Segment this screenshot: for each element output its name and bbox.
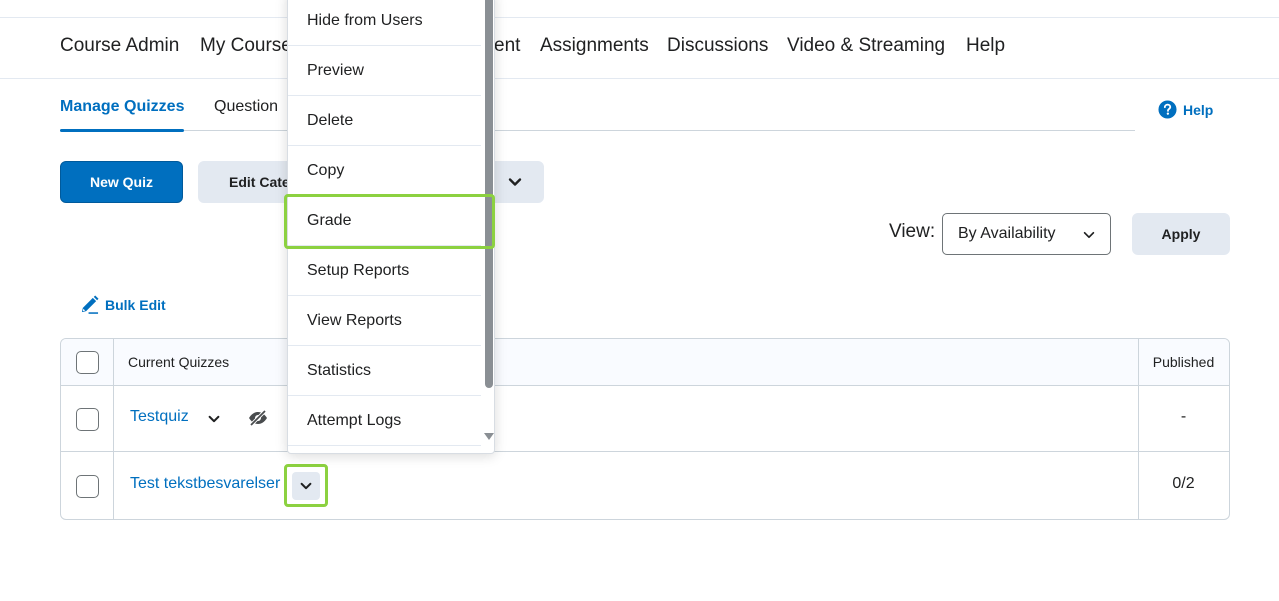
table-row: Test tekstbesvarelser 0/2: [61, 453, 1229, 519]
menu-item-grade[interactable]: Grade: [288, 196, 481, 246]
quiz-context-menu: Hide from Users Preview Delete Copy Grad…: [287, 0, 495, 454]
tab-question-library[interactable]: Question: [214, 98, 278, 116]
header-current-quizzes: Current Quizzes: [128, 354, 230, 370]
quiz-link[interactable]: Testquiz: [130, 408, 189, 426]
apply-button[interactable]: Apply: [1132, 213, 1230, 255]
column-divider: [1138, 339, 1139, 519]
nav-assignments[interactable]: Assignments: [540, 35, 649, 57]
view-select-value: By Availability: [958, 225, 1056, 242]
nav-content[interactable]: ent: [494, 35, 520, 57]
header-published: Published: [1152, 354, 1215, 370]
eye-slash-icon: [249, 409, 267, 427]
nav-video-streaming[interactable]: Video & Streaming: [787, 35, 945, 57]
nav-course-admin[interactable]: Course Admin: [60, 35, 179, 57]
question-circle-icon: [1158, 100, 1177, 119]
nav-help[interactable]: Help: [966, 35, 1005, 57]
published-value: 0/2: [1172, 475, 1195, 492]
column-divider: [113, 339, 114, 519]
tab-manage-quizzes[interactable]: Manage Quizzes: [60, 98, 185, 132]
course-navbar: Course Admin My Course ent Assignments D…: [0, 18, 1279, 79]
top-strip: [0, 0, 1279, 18]
quiz-link[interactable]: Test tekstbesvarelser: [130, 475, 280, 493]
help-link-label: Help: [1183, 101, 1214, 118]
chevron-down-icon: [508, 178, 522, 186]
select-all-checkbox[interactable]: [76, 351, 99, 374]
nav-discussions[interactable]: Discussions: [667, 35, 768, 57]
new-quiz-button[interactable]: New Quiz: [60, 161, 183, 203]
menu-item-delete[interactable]: Delete: [288, 96, 481, 146]
view-select[interactable]: By Availability: [942, 213, 1111, 255]
table-row: Testquiz -: [61, 386, 1229, 452]
row-checkbox[interactable]: [76, 408, 99, 431]
scroll-down-arrow-icon[interactable]: [484, 433, 494, 441]
menu-item-view-reports[interactable]: View Reports: [288, 296, 481, 346]
chevron-down-icon: [208, 415, 220, 423]
quiz-actions-button[interactable]: [292, 472, 320, 500]
menu-item-attempt-logs[interactable]: Attempt Logs: [288, 396, 481, 446]
menu-scrollbar[interactable]: [485, 0, 493, 388]
quiz-actions-button[interactable]: [200, 405, 228, 433]
bulk-edit-button[interactable]: Bulk Edit: [80, 295, 166, 314]
chevron-down-icon: [1083, 231, 1095, 239]
table-header: Current Quizzes Published: [61, 339, 1229, 386]
menu-item-statistics[interactable]: Statistics: [288, 346, 481, 396]
menu-item-setup-reports[interactable]: Setup Reports: [288, 246, 481, 296]
help-link[interactable]: Help: [1158, 100, 1213, 119]
bulk-edit-label: Bulk Edit: [105, 296, 166, 313]
quiz-tabs: Manage Quizzes Question: [60, 96, 1135, 132]
view-label: View:: [889, 221, 936, 242]
menu-item-hide-from-users[interactable]: Hide from Users: [288, 0, 481, 46]
menu-item-preview[interactable]: Preview: [288, 46, 481, 96]
row-checkbox[interactable]: [76, 475, 99, 498]
nav-my-courses[interactable]: My Course: [200, 35, 292, 57]
menu-item-copy[interactable]: Copy: [288, 146, 481, 196]
edit-categories-button[interactable]: Edit Cate: [198, 161, 298, 203]
published-value: -: [1180, 408, 1187, 425]
chevron-down-icon: [300, 482, 312, 490]
quizzes-table: Current Quizzes Published Testquiz - Tes…: [60, 338, 1230, 520]
pencil-icon: [81, 295, 99, 314]
